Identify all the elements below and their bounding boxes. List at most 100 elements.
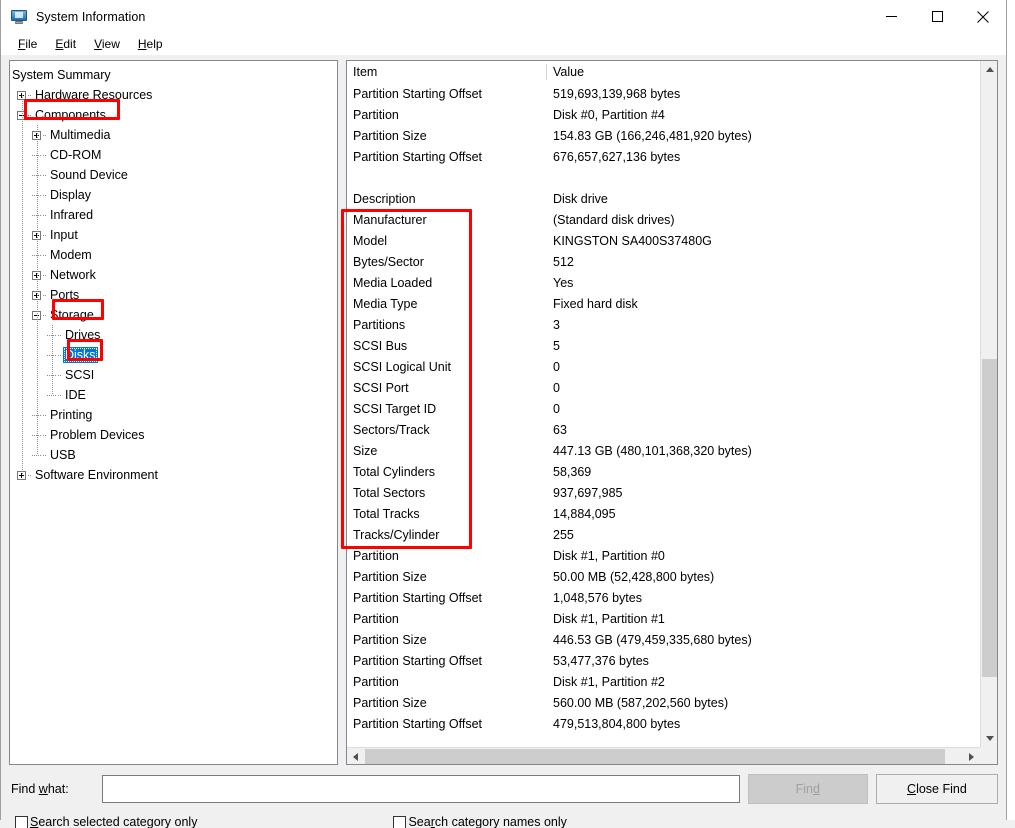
detail-row[interactable]	[347, 167, 979, 188]
detail-value: Disk #1, Partition #0	[553, 548, 665, 563]
detail-row[interactable]: SCSI Bus 5	[347, 335, 979, 356]
scroll-right-icon[interactable]	[963, 748, 980, 764]
tree-item-label: Components	[35, 108, 106, 122]
horizontal-scrollbar-thumb[interactable]	[365, 749, 945, 764]
detail-horizontal-scrollbar[interactable]	[347, 747, 980, 764]
detail-value: Disk #1, Partition #2	[553, 674, 665, 689]
tree-connector	[43, 314, 47, 316]
detail-item: Description	[353, 191, 416, 206]
detail-item: Partition Size	[353, 128, 427, 143]
detail-value: Disk #1, Partition #1	[553, 611, 665, 626]
close-icon[interactable]	[960, 0, 1006, 33]
tree-item-label: System Summary	[12, 68, 111, 82]
detail-row[interactable]: Bytes/Sector 512	[347, 251, 979, 272]
tree-item-network[interactable]: Network	[10, 265, 337, 285]
detail-row[interactable]: Partition Starting Offset 479,513,804,800…	[347, 713, 979, 734]
tree-item-display[interactable]: Display	[10, 185, 337, 205]
detail-row[interactable]: Partition Disk #1, Partition #1	[347, 608, 979, 629]
tree-item-label: Printing	[50, 408, 93, 422]
search-selected-category-checkbox[interactable]	[15, 815, 28, 828]
detail-row[interactable]: SCSI Target ID 0	[347, 398, 979, 419]
search-selected-category-label[interactable]: Search selected category only	[30, 815, 197, 828]
detail-row[interactable]: Model KINGSTON SA400S37480G	[347, 230, 979, 251]
vertical-scrollbar-thumb[interactable]	[982, 359, 997, 677]
detail-row[interactable]: Partition Size 560.00 MB (587,202,560 byt…	[347, 692, 979, 713]
detail-row[interactable]: Sectors/Track 63	[347, 419, 979, 440]
tree-connector	[43, 154, 47, 156]
tree-item-label: Modem	[50, 248, 92, 262]
detail-row[interactable]: SCSI Port 0	[347, 377, 979, 398]
tree-item-ide[interactable]: IDE	[10, 385, 337, 405]
detail-row[interactable]: Media Type Fixed hard disk	[347, 293, 979, 314]
find-button[interactable]: Find	[747, 774, 868, 804]
close-find-button[interactable]: Close Find	[875, 774, 998, 804]
detail-row[interactable]: Description Disk drive	[347, 188, 979, 209]
detail-row[interactable]: SCSI Logical Unit 0	[347, 356, 979, 377]
detail-row[interactable]: Partition Size 154.83 GB (166,246,481,920…	[347, 125, 979, 146]
tree-item-label: Multimedia	[50, 128, 111, 142]
tree-item-problem-devices[interactable]: Problem Devices	[10, 425, 337, 445]
detail-item: Partition Starting Offset	[353, 86, 482, 101]
detail-row[interactable]: Partition Starting Offset 1,048,576 bytes	[347, 587, 979, 608]
column-header-value[interactable]: Value	[547, 65, 584, 79]
detail-row[interactable]: Total Cylinders 58,369	[347, 461, 979, 482]
detail-row[interactable]: Tracks/Cylinder 255	[347, 524, 979, 545]
tree-item-modem[interactable]: Modem	[10, 245, 337, 265]
tree-item-system-summary[interactable]: System Summary	[10, 65, 337, 85]
detail-value: 512	[553, 254, 574, 269]
detail-row[interactable]: Partition Starting Offset 519,693,139,968…	[347, 83, 979, 104]
scroll-left-icon[interactable]	[347, 748, 364, 764]
detail-item: Partition	[353, 611, 399, 626]
search-category-names-label[interactable]: Search category names only	[408, 815, 566, 828]
detail-row[interactable]: Partition Size 446.53 GB (479,459,335,680…	[347, 629, 979, 650]
scroll-up-icon[interactable]	[981, 61, 997, 78]
tree-item-storage[interactable]: Storage	[10, 305, 337, 325]
window-title: System Information	[36, 9, 146, 24]
menu-view[interactable]: View	[85, 35, 129, 54]
tree-item-drives[interactable]: Drives	[10, 325, 337, 345]
tree-item-scsi[interactable]: SCSI	[10, 365, 337, 385]
find-options: Search selected category only Search cat…	[9, 813, 998, 828]
detail-row[interactable]: Partition Starting Offset 676,657,627,136…	[347, 146, 979, 167]
tree-item-infrared[interactable]: Infrared	[10, 205, 337, 225]
detail-item: Total Sectors	[353, 485, 426, 500]
find-input[interactable]	[101, 775, 740, 803]
tree-item-ports[interactable]: Ports	[10, 285, 337, 305]
detail-row[interactable]: Partition Size 50.00 MB (52,428,800 bytes…	[347, 566, 979, 587]
tree-item-cd-rom[interactable]: CD-ROM	[10, 145, 337, 165]
menu-help[interactable]: Help	[129, 35, 172, 54]
scroll-down-icon[interactable]	[981, 730, 997, 747]
tree-item-hardware-resources[interactable]: Hardware Resources	[10, 85, 337, 105]
tree-item-multimedia[interactable]: Multimedia	[10, 125, 337, 145]
category-tree[interactable]: System Summary Hardware Resources Componen…	[9, 60, 338, 765]
tree-item-label: Software Environment	[35, 468, 158, 482]
system-information-window: System Information File Edit View Help S…	[0, 0, 1007, 828]
tree-item-printing[interactable]: Printing	[10, 405, 337, 425]
maximize-icon[interactable]	[914, 0, 960, 33]
tree-item-label: Display	[50, 188, 91, 202]
detail-vertical-scrollbar[interactable]	[980, 61, 997, 747]
column-divider[interactable]	[546, 64, 547, 80]
detail-row[interactable]: Size 447.13 GB (480,101,368,320 bytes)	[347, 440, 979, 461]
detail-item: Partition Starting Offset	[353, 590, 482, 605]
detail-row[interactable]: Total Tracks 14,884,095	[347, 503, 979, 524]
tree-item-disks[interactable]: Disks	[10, 345, 337, 365]
detail-row[interactable]: Partition Disk #0, Partition #4	[347, 104, 979, 125]
tree-item-input[interactable]: Input	[10, 225, 337, 245]
detail-row[interactable]: Partitions 3	[347, 314, 979, 335]
search-category-names-checkbox[interactable]	[393, 815, 407, 828]
detail-row[interactable]: Partition Disk #1, Partition #2	[347, 671, 979, 692]
minimize-icon[interactable]	[868, 0, 914, 33]
detail-row[interactable]: Media Loaded Yes	[347, 272, 979, 293]
menu-file[interactable]: File	[9, 35, 46, 54]
detail-row[interactable]: Manufacturer (Standard disk drives)	[347, 209, 979, 230]
tree-item-software-environment[interactable]: Software Environment	[10, 465, 337, 485]
detail-row[interactable]: Total Sectors 937,697,985	[347, 482, 979, 503]
tree-item-components[interactable]: Components	[10, 105, 337, 125]
detail-row[interactable]: Partition Starting Offset 53,477,376 byte…	[347, 650, 979, 671]
menu-edit[interactable]: Edit	[46, 35, 85, 54]
tree-item-sound-device[interactable]: Sound Device	[10, 165, 337, 185]
column-header-item[interactable]: Item	[347, 65, 547, 79]
detail-row[interactable]: Partition Disk #1, Partition #0	[347, 545, 979, 566]
tree-item-usb[interactable]: USB	[10, 445, 337, 465]
